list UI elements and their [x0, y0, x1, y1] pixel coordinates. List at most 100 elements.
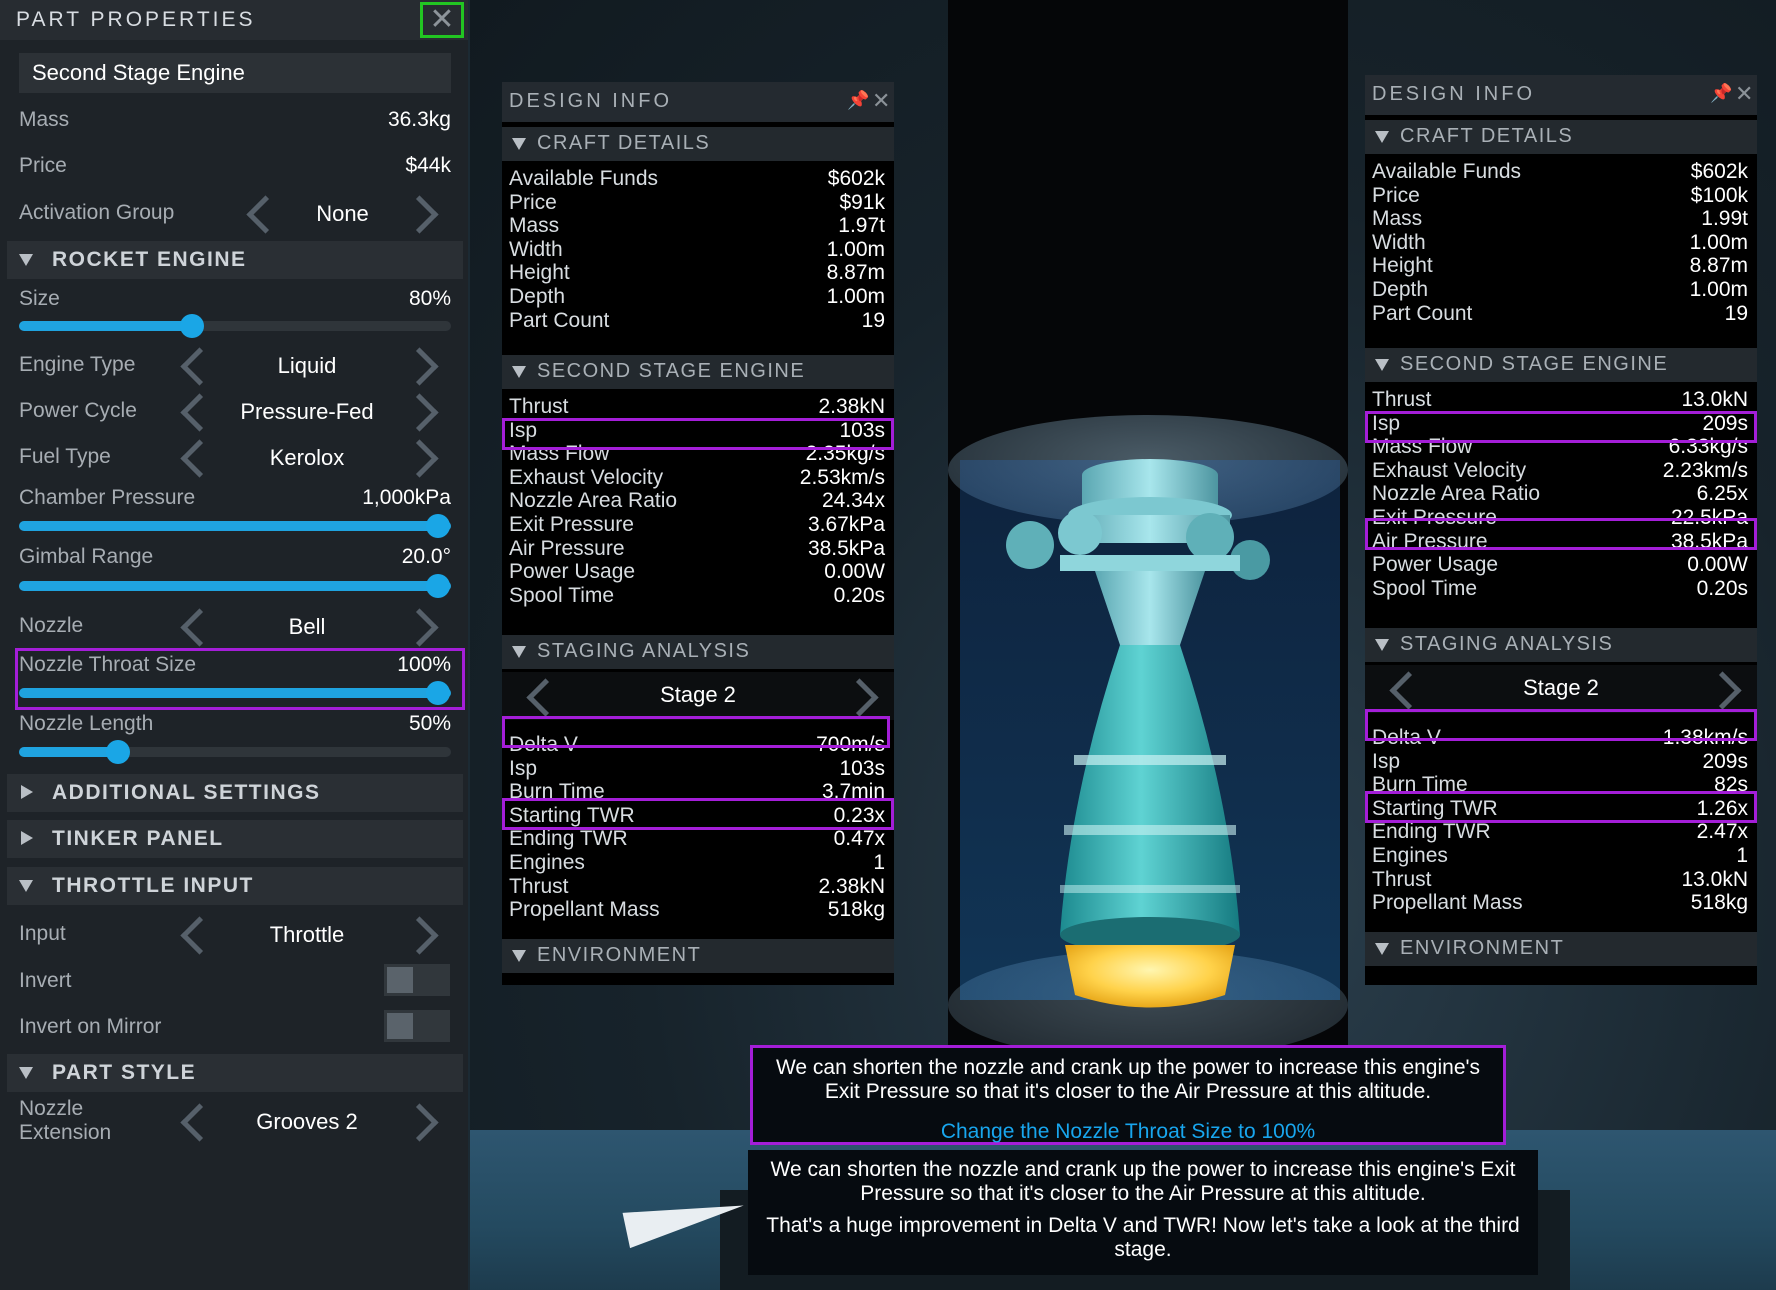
- section-engine[interactable]: SECOND STAGE ENGINE: [1365, 348, 1757, 382]
- stage-label: Stage 2: [1523, 675, 1599, 700]
- chamber-pressure-value: 1,000kPa: [362, 486, 451, 509]
- activation-group-prev-icon[interactable]: [246, 195, 285, 234]
- nozzle-throat-size-value: 100%: [397, 653, 451, 676]
- input-next-icon[interactable]: [400, 916, 439, 955]
- info-row: Spool Time 0.20s: [1365, 577, 1757, 603]
- stage-selector: Stage 2: [1365, 665, 1757, 713]
- section-staging-analysis[interactable]: STAGING ANALYSIS: [1365, 628, 1757, 662]
- stage-label: Stage 2: [660, 682, 736, 707]
- collapse-icon: [1375, 943, 1389, 955]
- info-row-value: 24.34x: [821, 489, 885, 513]
- engine-type-next-icon[interactable]: [400, 347, 439, 386]
- info-row-value: 1.00m: [826, 237, 885, 261]
- isp-highlight-left: [502, 418, 894, 450]
- info-row-label: Depth: [1372, 278, 1429, 301]
- part-name-field[interactable]: Second Stage Engine: [19, 53, 451, 93]
- info-row-value: 6.25x: [1696, 482, 1748, 506]
- info-row-label: Isp: [1372, 749, 1401, 773]
- mass-value: 36.3kg: [387, 108, 451, 131]
- section-engine[interactable]: SECOND STAGE ENGINE: [502, 355, 894, 389]
- power-cycle-next-icon[interactable]: [400, 393, 439, 432]
- activation-group-next-icon[interactable]: [400, 195, 439, 234]
- info-row: Height 8.87m: [502, 261, 894, 287]
- input-value: Throttle: [269, 922, 345, 947]
- info-row: Price $91k: [502, 191, 894, 217]
- close-icon[interactable]: ✕: [1735, 81, 1753, 107]
- info-row-value: 19: [861, 308, 885, 332]
- gimbal-range-slider-handle[interactable]: [426, 574, 451, 598]
- info-row-value: 38.5kPa: [807, 536, 885, 560]
- info-row-value: 0.20s: [833, 583, 885, 607]
- info-row-label: Engines: [509, 851, 585, 874]
- info-row-label: Part Count: [509, 308, 610, 332]
- info-row-label: Power Usage: [509, 560, 636, 584]
- info-row-label: Height: [1372, 254, 1433, 278]
- section-craft-details[interactable]: CRAFT DETAILS: [502, 127, 894, 161]
- close-icon[interactable]: ✕: [872, 88, 890, 114]
- nozzle-throat-size-slider-handle[interactable]: [426, 681, 451, 705]
- collapse-icon: [19, 880, 33, 892]
- size-slider-handle[interactable]: [179, 314, 204, 338]
- fuel-type-next-icon[interactable]: [400, 439, 439, 478]
- info-row: Part Count 19: [502, 309, 894, 335]
- section-additional-settings[interactable]: ADDITIONAL SETTINGS: [7, 774, 463, 812]
- info-row-value: $91k: [839, 190, 885, 214]
- nozzle-length-slider-handle[interactable]: [106, 740, 131, 764]
- exit-pressure-highlight-right: [1365, 518, 1757, 550]
- invert-on-mirror-toggle[interactable]: [384, 1010, 450, 1042]
- fuel-type-label: Fuel Type: [19, 445, 111, 468]
- section-rocket-engine[interactable]: ROCKET ENGINE: [7, 241, 463, 279]
- info-row-label: Price: [509, 190, 557, 214]
- collapse-icon: [1375, 131, 1389, 143]
- section-label: ROCKET ENGINE: [52, 248, 247, 271]
- nozzle-length-slider[interactable]: [19, 740, 451, 764]
- pin-icon[interactable]: 📌: [847, 90, 869, 111]
- section-part-style[interactable]: PART STYLE: [7, 1054, 463, 1092]
- expand-icon: [21, 831, 33, 845]
- info-row: Exit Pressure 3.67kPa: [502, 513, 894, 539]
- info-row-label: Depth: [509, 285, 566, 308]
- nozzle-label: Nozzle: [19, 614, 84, 637]
- pin-icon[interactable]: 📌: [1710, 83, 1732, 104]
- info-row-label: Propellant Mass: [1372, 891, 1523, 915]
- info-row-value: 13.0kN: [1681, 388, 1748, 411]
- section-staging-analysis[interactable]: STAGING ANALYSIS: [502, 635, 894, 669]
- info-row: Propellant Mass 518kg: [502, 898, 894, 924]
- info-row-label: Spool Time: [1372, 576, 1478, 600]
- info-row-value: 3.67kPa: [807, 513, 885, 536]
- info-row-label: Price: [1372, 183, 1420, 207]
- invert-toggle[interactable]: [384, 964, 450, 996]
- gimbal-range-slider[interactable]: [19, 574, 451, 598]
- info-row: Air Pressure 38.5kPa: [502, 537, 894, 563]
- chamber-pressure-slider-handle[interactable]: [426, 514, 451, 538]
- size-slider[interactable]: [19, 314, 451, 338]
- section-tinker-panel[interactable]: TINKER PANEL: [7, 820, 463, 858]
- gimbal-range-label: Gimbal Range: [19, 545, 154, 568]
- section-environment[interactable]: ENVIRONMENT: [502, 939, 894, 973]
- nozzle-value: Bell: [288, 614, 326, 639]
- section-craft-details[interactable]: CRAFT DETAILS: [1365, 120, 1757, 154]
- nozzle-length-label: Nozzle Length: [19, 712, 154, 735]
- info-row: Engines 1: [502, 851, 894, 877]
- info-row: Isp 103s: [502, 757, 894, 783]
- nozzle-next-icon[interactable]: [400, 608, 439, 647]
- nozzle-throat-size-slider[interactable]: [19, 681, 451, 705]
- info-row: Exhaust Velocity 2.23km/s: [1365, 459, 1757, 485]
- info-row: Depth 1.00m: [1365, 278, 1757, 304]
- info-row-label: Width: [509, 237, 563, 261]
- collapse-icon: [512, 646, 526, 658]
- info-row-label: Width: [1372, 230, 1426, 254]
- info-row-value: 13.0kN: [1681, 867, 1748, 891]
- rocket-engine-model[interactable]: [1000, 455, 1300, 1020]
- chamber-pressure-slider[interactable]: [19, 514, 451, 538]
- section-environment[interactable]: ENVIRONMENT: [1365, 932, 1757, 966]
- section-throttle-input[interactable]: THROTTLE INPUT: [7, 867, 463, 905]
- tip-action-link[interactable]: Change the Nozzle Throat Size to 100%: [763, 1120, 1493, 1144]
- size-label: Size: [19, 287, 60, 310]
- info-row: Part Count 19: [1365, 302, 1757, 328]
- price-value: $44k: [405, 154, 451, 177]
- nozzle-extension-next-icon[interactable]: [400, 1103, 439, 1142]
- info-row-label: Propellant Mass: [509, 898, 660, 922]
- info-row-label: Exhaust Velocity: [509, 465, 664, 489]
- close-button[interactable]: ✕: [420, 2, 464, 38]
